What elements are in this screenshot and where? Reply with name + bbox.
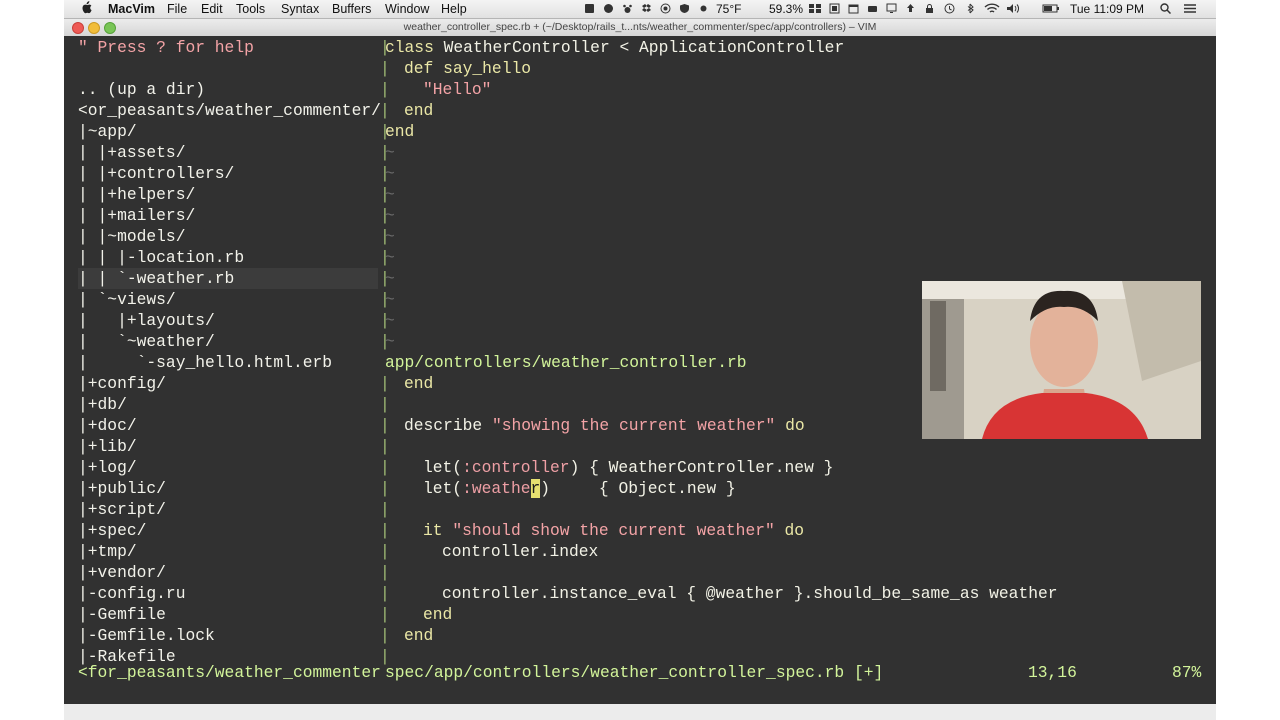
window-title-bar: weather_controller_spec.rb + (~/Desktop/…: [64, 19, 1216, 37]
bluetooth-icon[interactable]: [964, 3, 977, 14]
file-status: spec/app/controllers/weather_controller_…: [385, 663, 884, 682]
scroll-percent: 87%: [1172, 663, 1202, 682]
tree-item[interactable]: |+doc/: [78, 415, 137, 436]
tree-item[interactable]: | |+assets/: [78, 142, 185, 163]
dropbox-icon[interactable]: [641, 3, 652, 14]
text-cursor: r: [530, 479, 541, 498]
empty-line-tilde: ~: [385, 227, 395, 246]
tree-help-text: " Press ? for help: [78, 38, 254, 57]
menu-syntax[interactable]: Syntax: [281, 1, 319, 17]
tree-item[interactable]: |-config.ru: [78, 583, 185, 604]
menu-tools[interactable]: Tools: [236, 1, 265, 17]
display-icon[interactable]: [886, 3, 897, 14]
menu-help[interactable]: Help: [441, 1, 467, 17]
notification-center-icon[interactable]: [1183, 3, 1197, 14]
empty-line-tilde: ~: [385, 206, 395, 225]
webcam-overlay: [922, 281, 1201, 439]
menu-file[interactable]: File: [167, 1, 187, 17]
tree-item[interactable]: | `~views/: [78, 289, 176, 310]
record-icon[interactable]: [660, 3, 671, 14]
webcam-image: [922, 281, 1201, 439]
spotlight-search-icon[interactable]: [1160, 3, 1171, 14]
tree-item[interactable]: | |+controllers/: [78, 163, 234, 184]
top-pane-status-line[interactable]: app/controllers/weather_controller.rb: [385, 352, 747, 373]
code-line: end: [423, 605, 453, 624]
clock[interactable]: Tue 11:09 PM: [1070, 1, 1144, 17]
empty-line-tilde: ~: [385, 332, 395, 351]
code-line: end: [404, 626, 434, 645]
time-machine-icon[interactable]: [944, 3, 955, 14]
empty-line-tilde: ~: [385, 311, 395, 330]
menu-app-name[interactable]: MacVim: [108, 1, 155, 17]
upload-icon[interactable]: [905, 3, 916, 14]
tree-item[interactable]: | |~models/: [78, 226, 185, 247]
empty-line-tilde: ~: [385, 269, 395, 288]
tree-item[interactable]: |-Gemfile.lock: [78, 625, 215, 646]
code-line: class WeatherController < ApplicationCon…: [385, 38, 845, 57]
window-bottom-edge: [64, 704, 1216, 720]
empty-line-tilde: ~: [385, 248, 395, 267]
tree-status: <for_peasants/weather_commenter: [78, 663, 381, 682]
code-line: controller.index: [442, 542, 599, 561]
code-line: let(:weather) { Object.new }: [423, 479, 736, 498]
code-line: def say_hello: [404, 59, 532, 78]
tree-item[interactable]: |+script/: [78, 499, 166, 520]
tree-item[interactable]: |+db/: [78, 394, 127, 415]
menu-bar: MacVim File Edit Tools Syntax Buffers Wi…: [64, 0, 1216, 19]
tree-item[interactable]: |+public/: [78, 478, 166, 499]
cursor-position: 13,16: [1028, 663, 1077, 682]
menu-window[interactable]: Window: [385, 1, 429, 17]
code-line: "Hello": [423, 80, 492, 99]
paw-icon[interactable]: [622, 3, 633, 14]
code-line: end: [404, 101, 434, 120]
lock-icon[interactable]: [924, 3, 935, 14]
menu-buffers[interactable]: Buffers: [332, 1, 371, 17]
tree-item-selected[interactable]: | | `-weather.rb: [78, 268, 378, 289]
battery-percent[interactable]: 59.3%: [769, 1, 803, 17]
tree-item[interactable]: |-Gemfile: [78, 604, 166, 625]
grid-icon[interactable]: [808, 3, 822, 14]
battery-icon[interactable]: [1042, 3, 1060, 14]
code-line: it "should show the current weather" do: [423, 521, 805, 540]
tree-item[interactable]: | `~weather/: [78, 331, 215, 352]
window-title: weather_controller_spec.rb + (~/Desktop/…: [403, 21, 877, 33]
tree-item[interactable]: |+spec/: [78, 520, 146, 541]
volume-icon[interactable]: [1006, 3, 1020, 14]
wifi-icon[interactable]: [984, 3, 1000, 14]
menu-edit[interactable]: Edit: [201, 1, 223, 17]
sun-icon[interactable]: [698, 3, 709, 14]
tree-item[interactable]: |+vendor/: [78, 562, 166, 583]
tree-item[interactable]: | `-say_hello.html.erb: [78, 352, 332, 373]
apple-menu-icon[interactable]: [81, 1, 92, 17]
code-line: end: [385, 122, 415, 141]
tree-up-dir[interactable]: .. (up a dir): [78, 79, 205, 100]
weather-temperature[interactable]: 75°F: [716, 1, 741, 17]
calendar-icon[interactable]: [848, 3, 859, 14]
code-line: controller.instance_eval { @weather }.sh…: [442, 584, 1058, 603]
tree-item[interactable]: | |+layouts/: [78, 310, 215, 331]
hdd-icon[interactable]: [867, 3, 878, 14]
window-icon[interactable]: [829, 3, 840, 14]
tree-root-dir[interactable]: <or_peasants/weather_commenter/: [78, 100, 381, 121]
tree-item[interactable]: |+tmp/: [78, 541, 137, 562]
code-line: end: [404, 374, 434, 393]
tree-item[interactable]: | |+helpers/: [78, 184, 195, 205]
tree-item[interactable]: | |+mailers/: [78, 205, 195, 226]
tree-item[interactable]: |~app/: [78, 121, 137, 142]
tree-item[interactable]: |+lib/: [78, 436, 137, 457]
empty-line-tilde: ~: [385, 185, 395, 204]
tree-item[interactable]: |+config/: [78, 373, 166, 394]
shield-icon[interactable]: [679, 3, 690, 14]
code-line: describe "showing the current weather" d…: [404, 416, 805, 435]
skype-icon[interactable]: [603, 3, 614, 14]
tree-item[interactable]: | | |-location.rb: [78, 247, 244, 268]
tree-item[interactable]: |+log/: [78, 457, 137, 478]
empty-line-tilde: ~: [385, 290, 395, 309]
code-line: let(:controller) { WeatherController.new…: [423, 458, 834, 477]
status-app-icon[interactable]: [584, 3, 595, 14]
empty-line-tilde: ~: [385, 143, 395, 162]
empty-line-tilde: ~: [385, 164, 395, 183]
